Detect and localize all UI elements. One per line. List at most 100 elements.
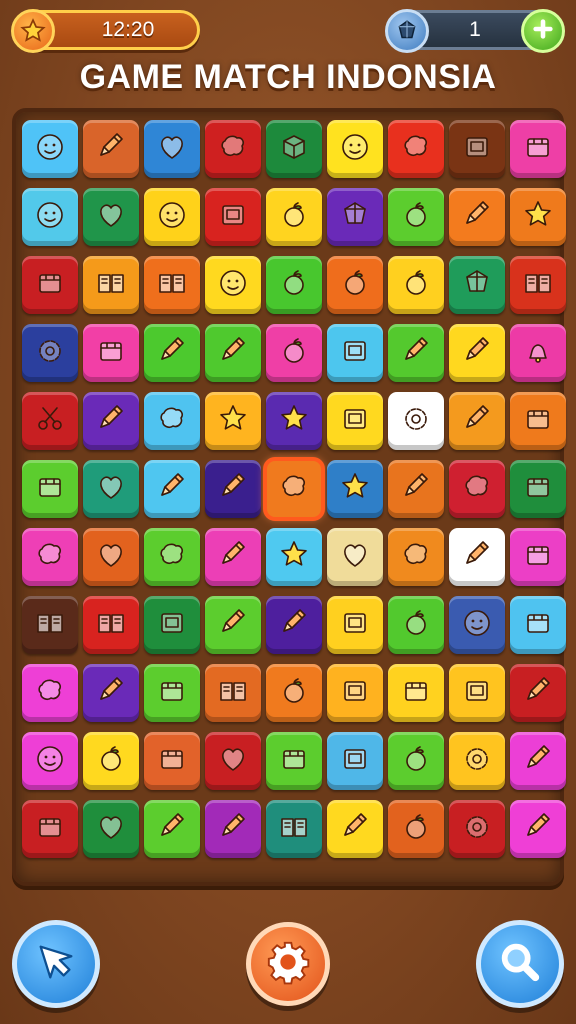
tile[interactable] [327,392,383,450]
tile[interactable] [144,664,200,722]
tile[interactable] [266,528,322,586]
tile[interactable] [22,324,78,382]
tile[interactable] [449,188,505,246]
tile[interactable] [266,324,322,382]
tile[interactable] [327,460,383,518]
tile[interactable] [449,460,505,518]
tile[interactable] [205,528,261,586]
tile[interactable] [144,120,200,178]
tile[interactable] [205,392,261,450]
tile[interactable] [83,392,139,450]
tile[interactable] [388,528,444,586]
settings-button[interactable] [246,922,330,1006]
tile[interactable] [205,324,261,382]
tile[interactable] [266,392,322,450]
tile[interactable] [144,324,200,382]
tile[interactable] [266,732,322,790]
tile[interactable] [22,460,78,518]
tile[interactable] [83,732,139,790]
tile[interactable] [22,120,78,178]
tile[interactable] [327,732,383,790]
tile[interactable] [22,664,78,722]
tile[interactable] [22,732,78,790]
tile[interactable] [205,596,261,654]
tile[interactable] [144,732,200,790]
tile[interactable] [510,732,566,790]
tile[interactable] [510,256,566,314]
tile[interactable] [266,120,322,178]
tile[interactable] [327,800,383,858]
tile[interactable] [449,800,505,858]
tile[interactable] [388,120,444,178]
tile[interactable] [327,324,383,382]
tile[interactable] [510,800,566,858]
tile[interactable] [510,392,566,450]
tile[interactable] [510,664,566,722]
tile[interactable] [449,664,505,722]
search-button[interactable] [476,920,564,1008]
tile[interactable] [388,324,444,382]
tile[interactable] [266,596,322,654]
tile[interactable] [449,528,505,586]
tile[interactable] [83,596,139,654]
tile[interactable] [144,528,200,586]
tile[interactable] [266,664,322,722]
tile[interactable] [144,188,200,246]
tile[interactable] [205,188,261,246]
tile[interactable] [510,596,566,654]
tile[interactable] [144,800,200,858]
tile[interactable] [388,664,444,722]
tile[interactable] [449,120,505,178]
tile[interactable] [205,120,261,178]
tile-selected[interactable] [263,457,325,521]
tile[interactable] [388,732,444,790]
tile[interactable] [205,460,261,518]
tile[interactable] [83,460,139,518]
tile[interactable] [205,664,261,722]
tile[interactable] [327,528,383,586]
tile[interactable] [83,324,139,382]
tile[interactable] [83,528,139,586]
tile[interactable] [449,732,505,790]
tile[interactable] [144,256,200,314]
tile[interactable] [22,188,78,246]
tile[interactable] [266,188,322,246]
tile[interactable] [83,800,139,858]
tile[interactable] [510,528,566,586]
tile[interactable] [83,188,139,246]
tile[interactable] [144,596,200,654]
tile[interactable] [510,324,566,382]
tile[interactable] [388,460,444,518]
tile[interactable] [510,188,566,246]
tile[interactable] [83,664,139,722]
tile[interactable] [388,188,444,246]
tile[interactable] [83,256,139,314]
tile[interactable] [510,460,566,518]
tile[interactable] [144,460,200,518]
tile[interactable] [449,392,505,450]
tile[interactable] [388,596,444,654]
tile[interactable] [327,256,383,314]
tile[interactable] [266,256,322,314]
tile[interactable] [449,324,505,382]
back-button[interactable] [12,920,100,1008]
tile[interactable] [510,120,566,178]
tile[interactable] [388,392,444,450]
tile[interactable] [205,732,261,790]
tile[interactable] [327,120,383,178]
tile[interactable] [22,800,78,858]
add-gems-button[interactable] [521,9,565,53]
tile[interactable] [205,800,261,858]
tile[interactable] [388,800,444,858]
tile[interactable] [449,596,505,654]
tile[interactable] [327,188,383,246]
tile[interactable] [266,800,322,858]
tile[interactable] [22,528,78,586]
tile[interactable] [327,664,383,722]
tile[interactable] [388,256,444,314]
tile[interactable] [449,256,505,314]
tile[interactable] [22,596,78,654]
tile[interactable] [205,256,261,314]
tile[interactable] [22,256,78,314]
tile[interactable] [144,392,200,450]
